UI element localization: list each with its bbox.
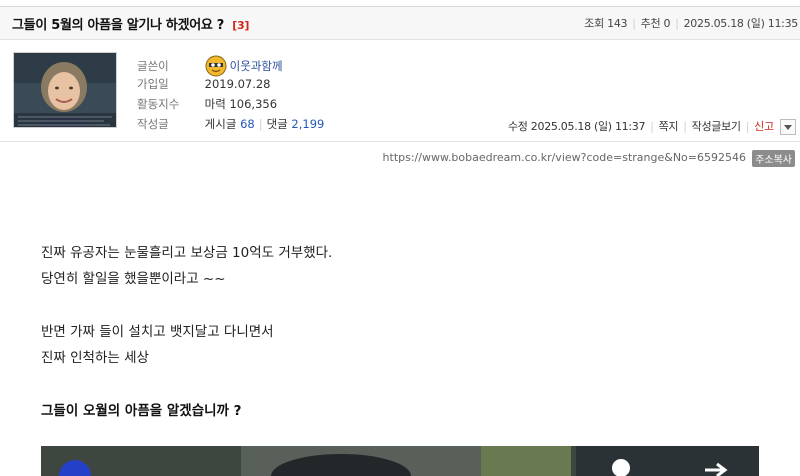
joined-row: 가입일 2019.07.28 — [137, 76, 271, 92]
content-line: 반면 가짜 들이 설치고 뱃지달고 다니면서 — [41, 324, 274, 340]
writer-label: 글쓴이 — [137, 58, 169, 73]
joined-date: 2019.07.28 — [204, 77, 271, 91]
comments-prefix: 댓글 — [266, 117, 288, 131]
content-line: 진짜 인척하는 세상 — [41, 350, 149, 366]
embedded-video[interactable] — [41, 446, 759, 476]
user-level-icon — [205, 55, 227, 77]
activity-row: 활동지수 마력 106,356 — [137, 96, 277, 112]
activity-value: 마력 106,356 — [204, 97, 278, 111]
author-info-panel: 글쓴이 이웃과함께 가입일 2019.07.28 활동지수 마력 106,356… — [0, 40, 800, 142]
comment-count-badge[interactable]: [3] — [232, 19, 249, 32]
activity-label: 활동지수 — [137, 97, 180, 111]
content-line: 진짜 유공자는 눈물흘리고 보상금 10억도 거부했다. — [41, 245, 333, 261]
post-date: 2025.05.18 (일) 11:35 — [683, 17, 799, 30]
author-avatar[interactable] — [13, 52, 117, 128]
content-line: 당연히 할일을 했을뿐이라고 ~~ — [41, 271, 226, 287]
author-nickname[interactable]: 이웃과함께 — [230, 59, 283, 73]
posts-prefix: 게시글 — [204, 117, 237, 131]
edited-date: 수정 2025.05.18 (일) 11:37 — [507, 120, 646, 133]
post-meta: 조회 143 | 추천 0 | 2025.05.18 (일) 11:35 — [584, 17, 799, 30]
recommend-label: 추천 — [640, 17, 661, 30]
post-actions: 수정 2025.05.18 (일) 11:37 | 쪽지 | 작성글보기 | 신고 — [508, 118, 796, 135]
recommend-count: 0 — [663, 17, 671, 30]
view-posts-link[interactable]: 작성글보기 — [692, 120, 741, 133]
post-url: https://www.bobaedream.co.kr/view?code=s… — [382, 151, 746, 164]
comments-count-link[interactable]: 2,199 — [291, 117, 324, 131]
post-title-bar: 그들이 5월의 아픔을 알기나 하겠어요 ? [3] 조회 143 | 추천 0 | 2… — [0, 6, 800, 40]
more-dropdown-button[interactable] — [780, 119, 796, 135]
posts-row: 작성글 게시글 68 | 댓글 2,199 — [137, 117, 325, 131]
video-thumbnail — [41, 446, 759, 476]
content-line-bold: 그들이 오월의 아픔을 알겠습니까 ? — [41, 403, 242, 419]
views-count: 143 — [607, 17, 628, 30]
views-label: 조회 — [584, 17, 604, 30]
avatar-image — [14, 53, 116, 127]
writer-row: 글쓴이 이웃과함께 — [137, 55, 283, 77]
message-link[interactable]: 쪽지 — [659, 120, 679, 133]
joined-label: 가입일 — [137, 77, 169, 91]
posts-count-link[interactable]: 68 — [240, 117, 255, 131]
report-link[interactable]: 신고 — [754, 120, 774, 133]
post-title-text: 그들이 5월의 아픔을 알기나 하겠어요 ? — [12, 18, 225, 33]
copy-url-button[interactable]: 주소복사 — [752, 150, 795, 167]
post-title: 그들이 5월의 아픔을 알기나 하겠어요 ? [3] — [12, 14, 249, 33]
posts-label: 작성글 — [137, 117, 169, 131]
